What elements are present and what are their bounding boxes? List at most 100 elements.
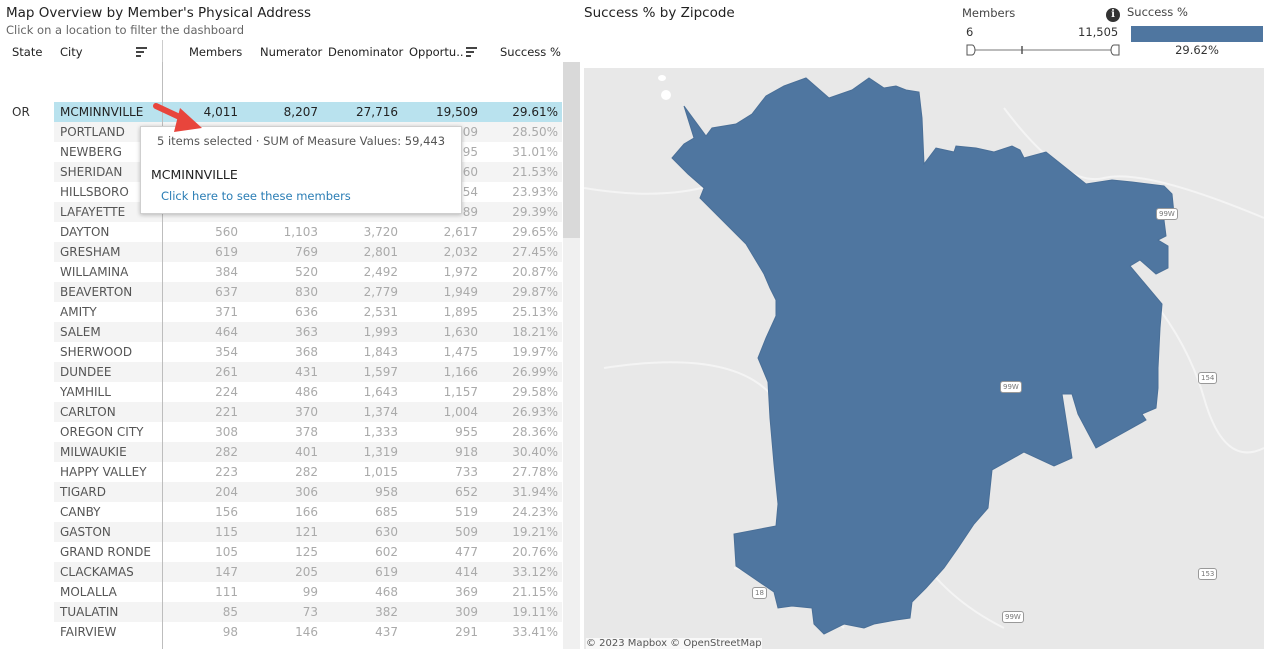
table-row[interactable]: DUNDEE 261 431 1,597 1,166 26.99%	[54, 362, 562, 382]
city-cell[interactable]: BEAVERTON	[54, 282, 162, 302]
measure-cells[interactable]: 354 368 1,843 1,475 19.97%	[163, 342, 562, 362]
members-cell[interactable]: 619	[163, 242, 238, 262]
header-state[interactable]: State	[12, 45, 42, 59]
success-cell[interactable]: 29.87%	[479, 282, 558, 302]
opportunity-cell[interactable]: 918	[399, 442, 478, 462]
numerator-cell[interactable]: 125	[239, 542, 318, 562]
success-cell[interactable]: 30.40%	[479, 442, 558, 462]
city-cell[interactable]: FAIRVIEW	[54, 622, 162, 642]
table-row[interactable]: CANBY 156 166 685 519 24.23%	[54, 502, 562, 522]
numerator-cell[interactable]: 121	[239, 522, 318, 542]
numerator-cell[interactable]: 769	[239, 242, 318, 262]
numerator-cell[interactable]: 486	[239, 382, 318, 402]
measure-cells[interactable]: 308 378 1,333 955 28.36%	[163, 422, 562, 442]
map-canvas[interactable]	[584, 68, 1264, 649]
opportunity-cell[interactable]: 1,895	[399, 302, 478, 322]
city-cell[interactable]: DAYTON	[54, 222, 162, 242]
denominator-cell[interactable]: 1,993	[319, 322, 398, 342]
numerator-cell[interactable]: 830	[239, 282, 318, 302]
success-cell[interactable]: 24.23%	[479, 502, 558, 522]
city-cell[interactable]: SALEM	[54, 322, 162, 342]
numerator-cell[interactable]: 363	[239, 322, 318, 342]
table-row[interactable]: GRESHAM 619 769 2,801 2,032 27.45%	[54, 242, 562, 262]
city-cell[interactable]: MCMINNVILLE	[54, 102, 162, 122]
success-cell[interactable]: 19.21%	[479, 522, 558, 542]
zipcode-map[interactable]: 99W 99W 154 18 153 99W © 2023 Mapbox © O…	[584, 68, 1264, 649]
measure-cells[interactable]: 105 125 602 477 20.76%	[163, 542, 562, 562]
numerator-cell[interactable]: 146	[239, 622, 318, 642]
success-cell[interactable]: 19.11%	[479, 602, 558, 622]
city-cell[interactable]: SHERWOOD	[54, 342, 162, 362]
denominator-cell[interactable]: 2,492	[319, 262, 398, 282]
opportunity-cell[interactable]: 19,509	[399, 102, 478, 122]
opportunity-cell[interactable]: 652	[399, 482, 478, 502]
header-opportunity[interactable]: Opportu..	[409, 45, 464, 59]
table-row[interactable]: FAIRVIEW 98 146 437 291 33.41%	[54, 622, 562, 642]
numerator-cell[interactable]: 306	[239, 482, 318, 502]
opportunity-cell[interactable]: 414	[399, 562, 478, 582]
city-cell[interactable]: HAPPY VALLEY	[54, 462, 162, 482]
table-row[interactable]: GASTON 115 121 630 509 19.21%	[54, 522, 562, 542]
members-cell[interactable]: 464	[163, 322, 238, 342]
city-cell[interactable]: CANBY	[54, 502, 162, 522]
success-cell[interactable]: 29.61%	[479, 102, 558, 122]
map-copyright[interactable]: © 2023 Mapbox © OpenStreetMap	[586, 638, 762, 649]
opportunity-cell[interactable]: 1,630	[399, 322, 478, 342]
success-cell[interactable]: 20.87%	[479, 262, 558, 282]
table-row[interactable]: MOLALLA 111 99 468 369 21.15%	[54, 582, 562, 602]
members-cell[interactable]: 105	[163, 542, 238, 562]
sort-city-icon[interactable]	[136, 45, 148, 57]
denominator-cell[interactable]: 1,643	[319, 382, 398, 402]
success-cell[interactable]: 25.13%	[479, 302, 558, 322]
members-range-min[interactable]: 6	[966, 25, 973, 39]
slider-max-handle[interactable]	[1110, 44, 1120, 56]
denominator-cell[interactable]: 1,374	[319, 402, 398, 422]
success-cell[interactable]: 26.99%	[479, 362, 558, 382]
members-cell[interactable]: 354	[163, 342, 238, 362]
city-cell[interactable]: GRESHAM	[54, 242, 162, 262]
opportunity-cell[interactable]: 733	[399, 462, 478, 482]
denominator-cell[interactable]: 2,531	[319, 302, 398, 322]
opportunity-cell[interactable]: 1,475	[399, 342, 478, 362]
numerator-cell[interactable]: 520	[239, 262, 318, 282]
opportunity-cell[interactable]: 1,004	[399, 402, 478, 422]
header-success[interactable]: Success %	[500, 45, 561, 59]
table-row[interactable]: MILWAUKIE 282 401 1,319 918 30.40%	[54, 442, 562, 462]
numerator-cell[interactable]: 370	[239, 402, 318, 422]
city-cell[interactable]: GASTON	[54, 522, 162, 542]
numerator-cell[interactable]: 378	[239, 422, 318, 442]
header-denominator[interactable]: Denominator	[328, 45, 403, 59]
success-cell[interactable]: 29.39%	[479, 202, 558, 222]
members-cell[interactable]: 308	[163, 422, 238, 442]
measure-cells[interactable]: 224 486 1,643 1,157 29.58%	[163, 382, 562, 402]
members-cell[interactable]: 147	[163, 562, 238, 582]
opportunity-cell[interactable]: 509	[399, 522, 478, 542]
success-cell[interactable]: 33.41%	[479, 622, 558, 642]
measure-cells[interactable]: 560 1,103 3,720 2,617 29.65%	[163, 222, 562, 242]
denominator-cell[interactable]: 1,843	[319, 342, 398, 362]
city-cell[interactable]: YAMHILL	[54, 382, 162, 402]
success-cell[interactable]: 19.97%	[479, 342, 558, 362]
city-cell[interactable]: GRAND RONDE	[54, 542, 162, 562]
table-row[interactable]: SALEM 464 363 1,993 1,630 18.21%	[54, 322, 562, 342]
table-row[interactable]: WILLAMINA 384 520 2,492 1,972 20.87%	[54, 262, 562, 282]
opportunity-cell[interactable]: 519	[399, 502, 478, 522]
measure-cells[interactable]: 115 121 630 509 19.21%	[163, 522, 562, 542]
info-icon[interactable]: i	[1106, 8, 1120, 22]
numerator-cell[interactable]: 8,207	[239, 102, 318, 122]
city-cell[interactable]: OREGON CITY	[54, 422, 162, 442]
members-cell[interactable]: 224	[163, 382, 238, 402]
measure-cells[interactable]: 261 431 1,597 1,166 26.99%	[163, 362, 562, 382]
members-cell[interactable]: 98	[163, 622, 238, 642]
numerator-cell[interactable]: 401	[239, 442, 318, 462]
members-cell[interactable]: 221	[163, 402, 238, 422]
success-cell[interactable]: 29.58%	[479, 382, 558, 402]
denominator-cell[interactable]: 3,720	[319, 222, 398, 242]
sort-opportunity-icon[interactable]	[466, 45, 478, 57]
members-cell[interactable]: 85	[163, 602, 238, 622]
see-members-link[interactable]: Click here to see these members	[161, 189, 351, 203]
measure-cells[interactable]: 223 282 1,015 733 27.78%	[163, 462, 562, 482]
denominator-cell[interactable]: 958	[319, 482, 398, 502]
city-cell[interactable]: WILLAMINA	[54, 262, 162, 282]
members-cell[interactable]: 384	[163, 262, 238, 282]
